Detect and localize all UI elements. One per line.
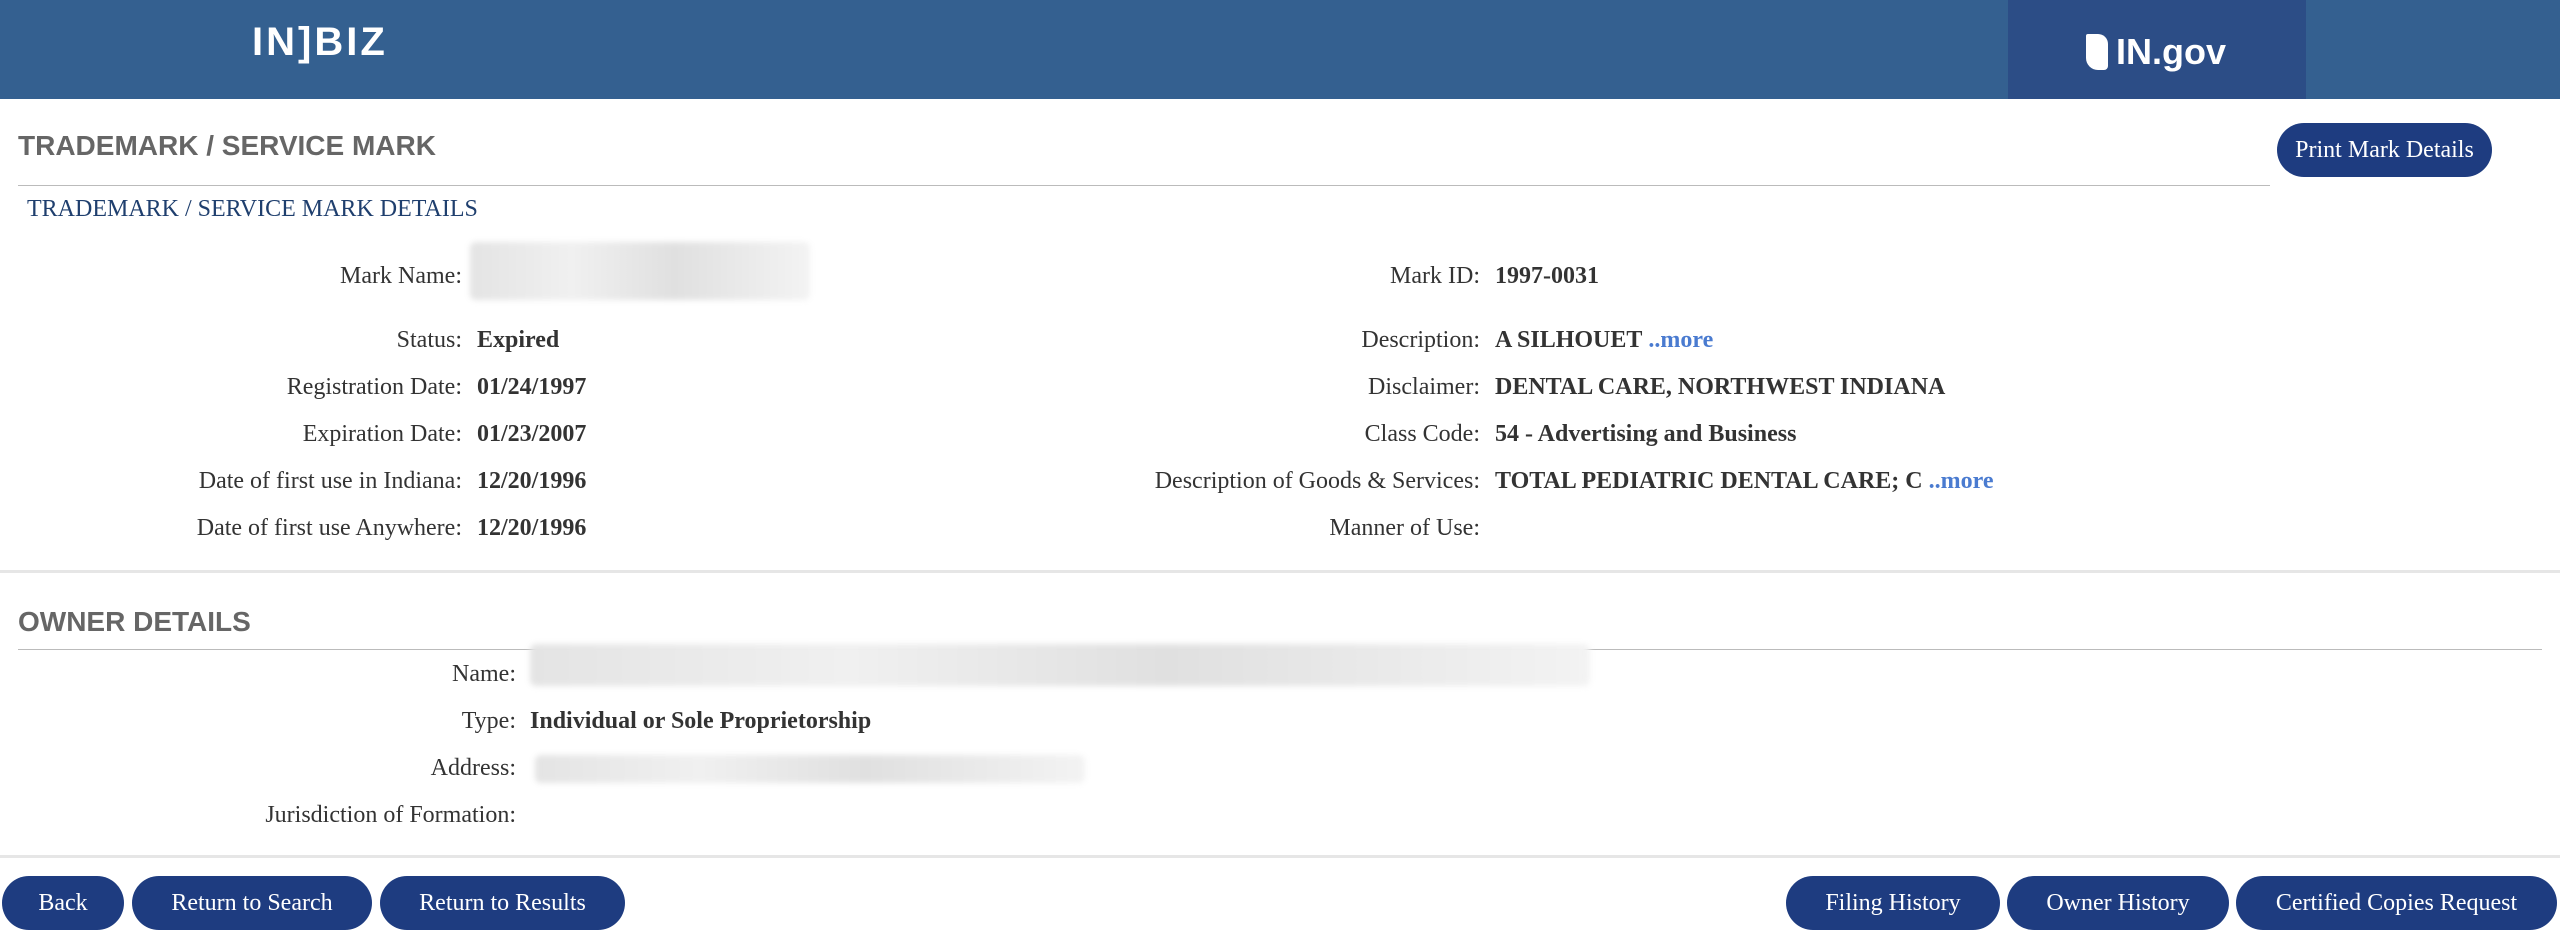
jurisdiction-label: Jurisdiction of Formation: [265, 802, 516, 828]
disclaimer-label: Disclaimer: [1368, 374, 1480, 400]
mark-name-label: Mark Name: [340, 263, 462, 289]
mark-id-value: 1997-0031 [1495, 263, 1599, 289]
section-divider [18, 185, 2270, 186]
class-code-value: 54 - Advertising and Business [1495, 421, 1797, 447]
description-value: A SILHOUET ..more [1495, 325, 1713, 355]
expiration-date-label: Expiration Date: [302, 421, 462, 447]
owner-address-label: Address: [430, 755, 516, 781]
status-value: Expired [477, 327, 560, 353]
inbiz-logo-text: IN]BIZ [252, 20, 388, 64]
footer-separator [0, 855, 2560, 858]
owner-name-label: Name: [452, 661, 516, 687]
goods-services-label: Description of Goods & Services: [1154, 468, 1480, 494]
mark-id-label: Mark ID: [1390, 263, 1480, 289]
status-label: Status: [396, 327, 462, 353]
expiration-date-value: 01/23/2007 [477, 421, 587, 447]
owner-divider-right [1658, 649, 2542, 650]
goods-services-more-link[interactable]: ..more [1929, 468, 1994, 494]
site-header: IN]BIZ IN.gov [0, 0, 2560, 99]
disclaimer-value: DENTAL CARE, NORTHWEST INDIANA [1495, 374, 1946, 400]
certified-copies-request-button[interactable]: Certified Copies Request [2236, 876, 2557, 930]
back-button[interactable]: Back [2, 876, 124, 930]
ingov-logo-text: IN.gov [2116, 31, 2227, 72]
return-to-results-button[interactable]: Return to Results [380, 876, 625, 930]
ingov-logo-box[interactable]: IN.gov [2008, 0, 2306, 99]
owner-type-label: Type: [461, 708, 516, 734]
registration-date-value: 01/24/1997 [477, 374, 587, 400]
print-mark-details-button[interactable]: Print Mark Details [2277, 123, 2492, 177]
owner-name-value-redacted [530, 644, 1590, 686]
ingov-logo: IN.gov [2086, 30, 2246, 74]
first-use-anywhere-label: Date of first use Anywhere: [196, 515, 462, 541]
inbiz-logo[interactable]: IN]BIZ [252, 12, 427, 72]
owner-address-value-redacted [535, 755, 1085, 783]
manner-of-use-label: Manner of Use: [1329, 515, 1480, 541]
section-separator [0, 570, 2560, 573]
goods-services-value: TOTAL PEDIATRIC DENTAL CARE; C ..more [1495, 466, 1994, 496]
first-use-anywhere-value: 12/20/1996 [477, 515, 587, 541]
owner-history-button[interactable]: Owner History [2007, 876, 2229, 930]
trademark-section-title: TRADEMARK / SERVICE MARK [18, 130, 436, 161]
goods-services-text: TOTAL PEDIATRIC DENTAL CARE; C [1495, 468, 1923, 494]
trademark-details-subtitle: TRADEMARK / SERVICE MARK DETAILS [27, 196, 478, 222]
first-use-indiana-value: 12/20/1996 [477, 468, 587, 494]
description-text: A SILHOUET [1495, 327, 1643, 353]
mark-name-value-redacted [470, 242, 810, 300]
owner-type-value: Individual or Sole Proprietorship [530, 708, 872, 734]
first-use-indiana-label: Date of first use in Indiana: [198, 468, 462, 494]
description-more-link[interactable]: ..more [1648, 327, 1713, 353]
owner-section-title: OWNER DETAILS [18, 606, 251, 637]
description-label: Description: [1361, 327, 1480, 353]
filing-history-button[interactable]: Filing History [1786, 876, 2000, 930]
return-to-search-button[interactable]: Return to Search [132, 876, 372, 930]
indiana-state-icon [2086, 34, 2108, 70]
class-code-label: Class Code: [1364, 421, 1480, 447]
registration-date-label: Registration Date: [286, 374, 462, 400]
